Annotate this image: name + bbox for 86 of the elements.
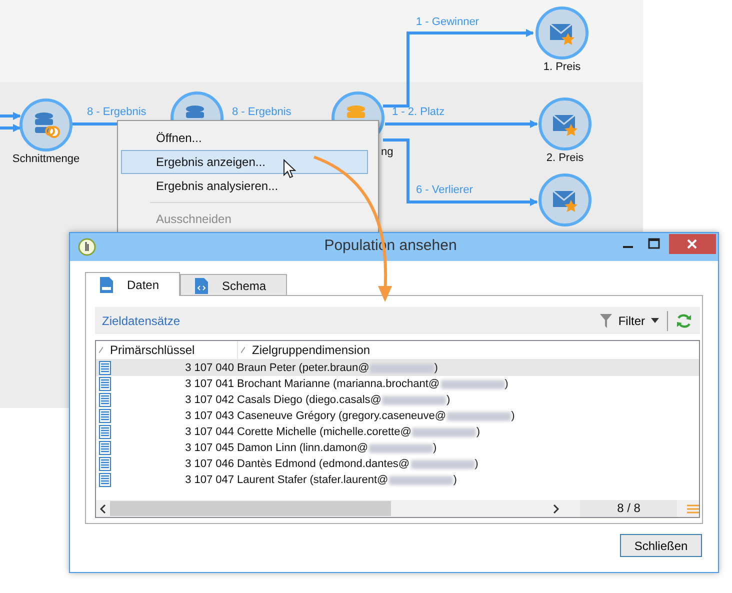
menu-item[interactable]: Ergebnis analysieren... bbox=[121, 174, 368, 198]
close-icon[interactable] bbox=[669, 234, 716, 254]
blurred-text bbox=[410, 460, 475, 468]
table-row[interactable]: 3 107 045 Damon Linn (linn.damon@ ) bbox=[96, 440, 699, 456]
table-row[interactable]: 3 107 043 Caseneuve Grégory (gregory.caseneuve@ ) bbox=[96, 408, 699, 424]
transition-label: 6 - Verlierer bbox=[416, 184, 473, 196]
record-icon bbox=[99, 457, 111, 471]
code-file-icon bbox=[195, 278, 208, 294]
transition-label: 1 - Gewinner bbox=[416, 16, 479, 28]
close-button[interactable]: Schließen bbox=[620, 534, 702, 557]
connector-arrow bbox=[0, 124, 21, 132]
database-node[interactable] bbox=[19, 98, 73, 152]
record-icon bbox=[99, 377, 111, 391]
table-cell-text: 3 107 047 bbox=[184, 474, 235, 486]
column-header[interactable]: Zielgruppendimension bbox=[238, 341, 370, 359]
node-label: ng bbox=[381, 146, 394, 158]
funnel-icon bbox=[600, 314, 612, 328]
section-title: Zieldatensätze bbox=[102, 314, 180, 328]
node-label: 2. Preis bbox=[545, 152, 585, 164]
transition-label: 8 - Ergebnis bbox=[232, 106, 292, 118]
table-cell: Damon Linn (linn.damon@ bbox=[237, 442, 368, 454]
blurred-text bbox=[389, 476, 454, 484]
table-cell: ) bbox=[476, 426, 480, 438]
transition-label: 1 - 2. Platz bbox=[392, 106, 445, 118]
table-cell-text: 3 107 040 bbox=[184, 362, 235, 374]
table-cell-text: 3 107 041 bbox=[184, 378, 235, 390]
mouse-pointer-icon bbox=[283, 159, 296, 179]
record-icon bbox=[99, 409, 111, 423]
sql-file-icon bbox=[100, 276, 113, 292]
blurred-text bbox=[382, 396, 446, 404]
node-label: 1. Preis bbox=[542, 61, 582, 73]
table-cell-text: 3 107 044 bbox=[184, 426, 235, 438]
table-cell: Corette Michelle (michelle.corette@ bbox=[237, 426, 412, 438]
email-node[interactable] bbox=[535, 6, 589, 60]
table-row[interactable]: 3 107 047 Laurent Stafer (stafer.laurent@ ) bbox=[96, 472, 699, 488]
table-cell: Laurent Stafer (stafer.laurent@ bbox=[237, 474, 388, 486]
transition-label: 8 - Ergebnis bbox=[87, 106, 146, 118]
caret-icon bbox=[651, 318, 659, 323]
record-icon bbox=[99, 473, 111, 487]
table-cell: ) bbox=[474, 458, 478, 470]
blurred-text bbox=[370, 364, 434, 372]
table-row[interactable]: 3 107 042 Casals Diego (diego.casals@ ) bbox=[96, 392, 699, 408]
record-icon bbox=[99, 393, 111, 407]
node-label: Schnittmenge bbox=[11, 153, 81, 165]
blurred-text bbox=[369, 444, 434, 452]
table-cell-text: 3 107 046 bbox=[184, 458, 235, 470]
blurred-text bbox=[412, 428, 476, 436]
table-cell: Dantès Edmond (edmond.dantes@ bbox=[237, 458, 410, 470]
table-cell: Caseneuve Grégory (gregory.caseneuve@ bbox=[237, 410, 446, 422]
menu-item[interactable]: Ergebnis anzeigen... bbox=[121, 150, 368, 174]
refresh-icon[interactable] bbox=[676, 312, 692, 328]
blurred-text bbox=[447, 412, 512, 420]
sort-icon bbox=[99, 347, 103, 353]
record-count: 8 / 8 bbox=[580, 500, 678, 517]
email-node[interactable] bbox=[538, 97, 592, 151]
table-row[interactable]: 3 107 041 Brochant Marianne (marianna.brochant@ ) bbox=[96, 376, 699, 392]
table-row[interactable]: 3 107 040 Braun Peter (peter.braun@ ) bbox=[96, 360, 699, 376]
table-cell-text: 3 107 042 bbox=[184, 394, 235, 406]
table-cell: ) bbox=[453, 474, 457, 486]
table-cell: ) bbox=[504, 378, 508, 390]
table-cell: ) bbox=[511, 410, 515, 422]
table-cell: Casals Diego (diego.casals@ bbox=[237, 394, 382, 406]
list-icon[interactable] bbox=[687, 504, 699, 514]
record-icon bbox=[99, 361, 111, 375]
table-cell: Brochant Marianne (marianna.brochant@ bbox=[237, 378, 440, 390]
table-row[interactable]: 3 107 044 Corette Michelle (michelle.corette@ ) bbox=[96, 424, 699, 440]
email-node[interactable] bbox=[538, 173, 592, 227]
table-cell-text: 3 107 045 bbox=[184, 442, 235, 454]
connector-arrow bbox=[0, 112, 21, 120]
record-icon bbox=[99, 425, 111, 439]
menu-item[interactable]: Öffnen... bbox=[121, 126, 368, 150]
scrollbar-thumb[interactable] bbox=[110, 501, 391, 516]
tab[interactable]: Daten bbox=[85, 272, 180, 296]
table-cell: ) bbox=[434, 362, 438, 374]
table-cell: Braun Peter (peter.braun@ bbox=[237, 362, 370, 374]
table-cell: ) bbox=[446, 394, 450, 406]
record-icon bbox=[99, 441, 111, 455]
column-header[interactable]: Primärschlüssel bbox=[96, 341, 238, 359]
table-cell: ) bbox=[433, 442, 437, 454]
filter-button[interactable]: Filter bbox=[594, 314, 665, 328]
sort-icon bbox=[241, 347, 245, 353]
app-icon bbox=[78, 238, 96, 256]
table-row[interactable]: 3 107 046 Dantès Edmond (edmond.dantes@ ) bbox=[96, 456, 699, 472]
tab[interactable]: Schema bbox=[180, 274, 288, 296]
blurred-text bbox=[440, 380, 505, 388]
table-cell-text: 3 107 043 bbox=[184, 410, 235, 422]
